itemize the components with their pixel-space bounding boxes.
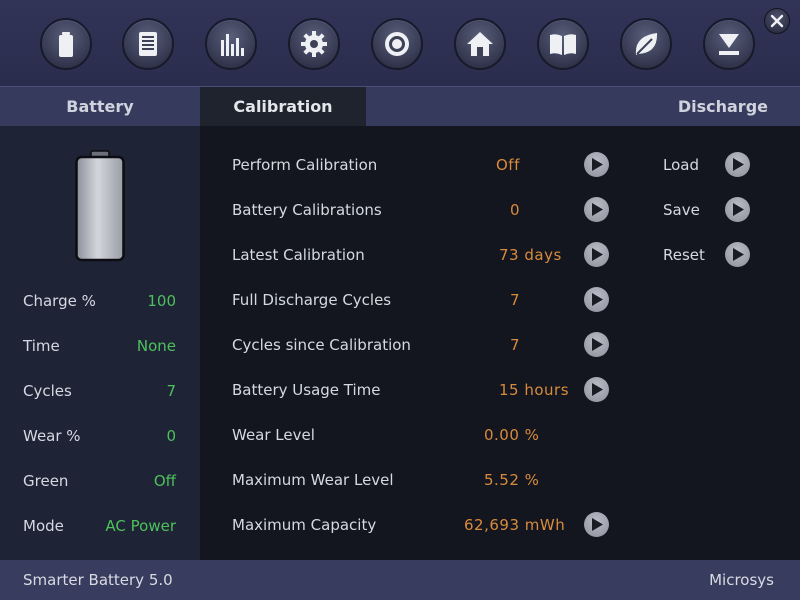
load-play-button[interactable] xyxy=(725,152,750,177)
tab-calibration[interactable]: Calibration xyxy=(200,87,366,126)
load-action: Load xyxy=(663,154,723,178)
leaf-icon[interactable] xyxy=(620,18,672,70)
mode-value: AC Power xyxy=(105,517,176,535)
wear-level-label: Wear Level xyxy=(232,426,315,444)
battery-icon[interactable] xyxy=(40,18,92,70)
cycles-label: Cycles xyxy=(23,382,72,400)
charge-value: 100 xyxy=(147,292,176,310)
battery-calibrations-play-button[interactable] xyxy=(584,197,609,222)
row-full-discharge-cycles: Full Discharge Cycles 7 xyxy=(232,289,592,313)
close-icon[interactable] xyxy=(764,8,790,34)
perform-calibration-value: Off xyxy=(496,156,520,174)
time-value: None xyxy=(136,337,176,355)
save-play-button[interactable] xyxy=(725,197,750,222)
gear-icon[interactable] xyxy=(288,18,340,70)
row-perform-calibration: Perform Calibration Off xyxy=(232,154,592,178)
maximum-capacity-play-button[interactable] xyxy=(584,512,609,537)
latest-calibration-value: 73 days xyxy=(499,246,562,264)
green-label: Green xyxy=(23,472,69,490)
sidebar-row-cycles: Cycles 7 xyxy=(23,382,176,404)
full-discharge-cycles-value: 7 xyxy=(510,291,521,309)
time-label: Time xyxy=(23,337,60,355)
cycles-since-calibration-play-button[interactable] xyxy=(584,332,609,357)
status-bar: Smarter Battery 5.0 Microsys xyxy=(0,560,800,600)
maximum-capacity-label: Maximum Capacity xyxy=(232,516,377,534)
vendor-name: Microsys xyxy=(709,571,774,589)
top-toolbar xyxy=(0,0,800,86)
row-maximum-capacity: Maximum Capacity 62,693 mWh xyxy=(232,514,592,538)
save-label: Save xyxy=(663,201,700,219)
sidebar-row-mode: Mode AC Power xyxy=(23,517,176,539)
sidebar-row-charge: Charge % 100 xyxy=(23,292,176,314)
tab-battery[interactable]: Battery xyxy=(0,87,200,126)
perform-calibration-label: Perform Calibration xyxy=(232,156,378,174)
maximum-capacity-value: 62,693 mWh xyxy=(464,516,566,534)
sidebar-row-time: Time None xyxy=(23,337,176,359)
row-latest-calibration: Latest Calibration 73 days xyxy=(232,244,592,268)
reset-action: Reset xyxy=(663,244,723,268)
sidebar-row-green: Green Off xyxy=(23,472,176,494)
save-action: Save xyxy=(663,199,723,223)
sidebar: Charge % 100 Time None Cycles 7 Wear % 0… xyxy=(0,126,200,560)
battery-calibrations-label: Battery Calibrations xyxy=(232,201,382,219)
calibration-panel: Perform Calibration Off Battery Calibrat… xyxy=(200,126,800,560)
home-icon[interactable] xyxy=(454,18,506,70)
row-battery-usage-time: Battery Usage Time 15 hours xyxy=(232,379,592,403)
reset-play-button[interactable] xyxy=(725,242,750,267)
target-icon[interactable] xyxy=(371,18,423,70)
full-discharge-cycles-label: Full Discharge Cycles xyxy=(232,291,392,309)
wear-value: 0 xyxy=(166,427,176,445)
battery-calibrations-value: 0 xyxy=(510,201,521,219)
latest-calibration-play-button[interactable] xyxy=(584,242,609,267)
reset-label: Reset xyxy=(663,246,705,264)
mode-label: Mode xyxy=(23,517,64,535)
green-value: Off xyxy=(153,472,176,490)
tab-discharge[interactable]: Discharge xyxy=(600,87,800,126)
list-icon[interactable] xyxy=(122,18,174,70)
full-discharge-cycles-play-button[interactable] xyxy=(584,287,609,312)
row-cycles-since-calibration: Cycles since Calibration 7 xyxy=(232,334,592,358)
tab-bar: Battery Calibration Discharge xyxy=(0,86,800,126)
row-maximum-wear-level: Maximum Wear Level 5.52 % xyxy=(232,469,592,493)
sidebar-row-wear: Wear % 0 xyxy=(23,427,176,449)
bar-chart-icon[interactable] xyxy=(205,18,257,70)
cycles-since-calibration-label: Cycles since Calibration xyxy=(232,336,411,354)
battery-usage-time-play-button[interactable] xyxy=(584,377,609,402)
cycles-value: 7 xyxy=(166,382,176,400)
row-wear-level: Wear Level 0.00 % xyxy=(232,424,592,448)
app-version: Smarter Battery 5.0 xyxy=(23,571,173,589)
wear-level-value: 0.00 % xyxy=(484,426,540,444)
battery-level-icon xyxy=(75,150,125,262)
row-battery-calibrations: Battery Calibrations 0 xyxy=(232,199,592,223)
load-label: Load xyxy=(663,156,699,174)
book-icon[interactable] xyxy=(537,18,589,70)
battery-usage-time-label: Battery Usage Time xyxy=(232,381,381,399)
battery-usage-time-value: 15 hours xyxy=(499,381,570,399)
charge-label: Charge % xyxy=(23,292,96,310)
download-icon[interactable] xyxy=(703,18,755,70)
latest-calibration-label: Latest Calibration xyxy=(232,246,365,264)
maximum-wear-level-value: 5.52 % xyxy=(484,471,540,489)
cycles-since-calibration-value: 7 xyxy=(510,336,521,354)
maximum-wear-level-label: Maximum Wear Level xyxy=(232,471,394,489)
perform-calibration-play-button[interactable] xyxy=(584,152,609,177)
wear-label: Wear % xyxy=(23,427,81,445)
